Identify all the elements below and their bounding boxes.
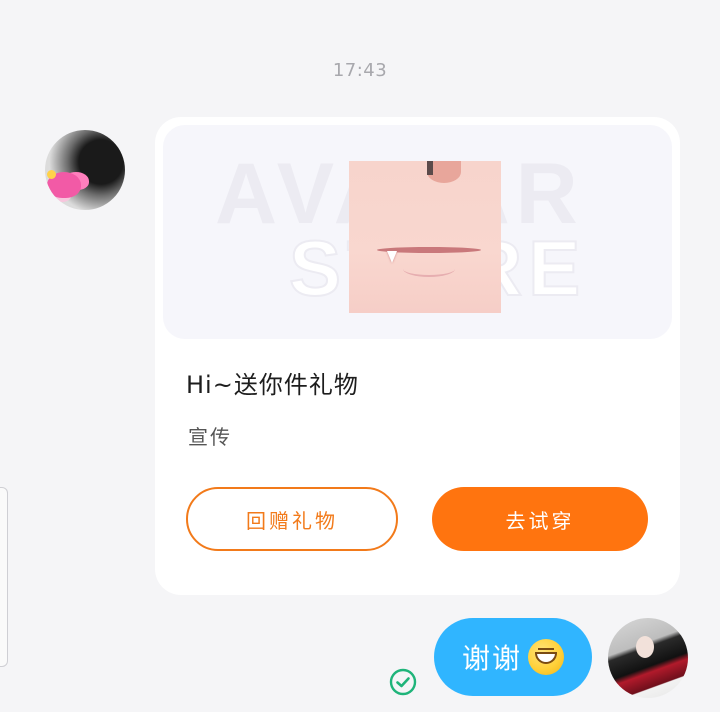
gift-card-title: Hi~送你件礼物 (186, 371, 359, 399)
return-gift-button[interactable]: 回赠礼物 (186, 487, 398, 551)
avatar-decoration-dot (47, 170, 56, 179)
face-lower-lip (403, 261, 455, 277)
my-avatar[interactable] (608, 618, 688, 698)
gift-message-card[interactable]: AVATAR STORE Hi~送你件礼物 宣传 回赠礼物 去试穿 (155, 117, 680, 595)
side-panel-handle[interactable] (0, 487, 8, 667)
sender-avatar[interactable] (45, 130, 125, 210)
check-circle-icon (389, 668, 417, 696)
avatar-face (636, 636, 654, 658)
gift-banner: AVATAR STORE (163, 125, 672, 339)
try-on-button[interactable]: 去试穿 (432, 487, 648, 551)
reply-message-text: 谢谢 (461, 642, 522, 675)
grinning-face-emoji-icon (528, 639, 564, 675)
gift-item-image[interactable] (349, 161, 501, 313)
face-nose (427, 161, 461, 183)
gift-card-subtitle: 宣传 (188, 425, 232, 449)
reply-message-bubble[interactable]: 谢谢 (434, 618, 592, 696)
face-fang (387, 251, 397, 263)
message-timestamp: 17:43 (332, 60, 388, 81)
